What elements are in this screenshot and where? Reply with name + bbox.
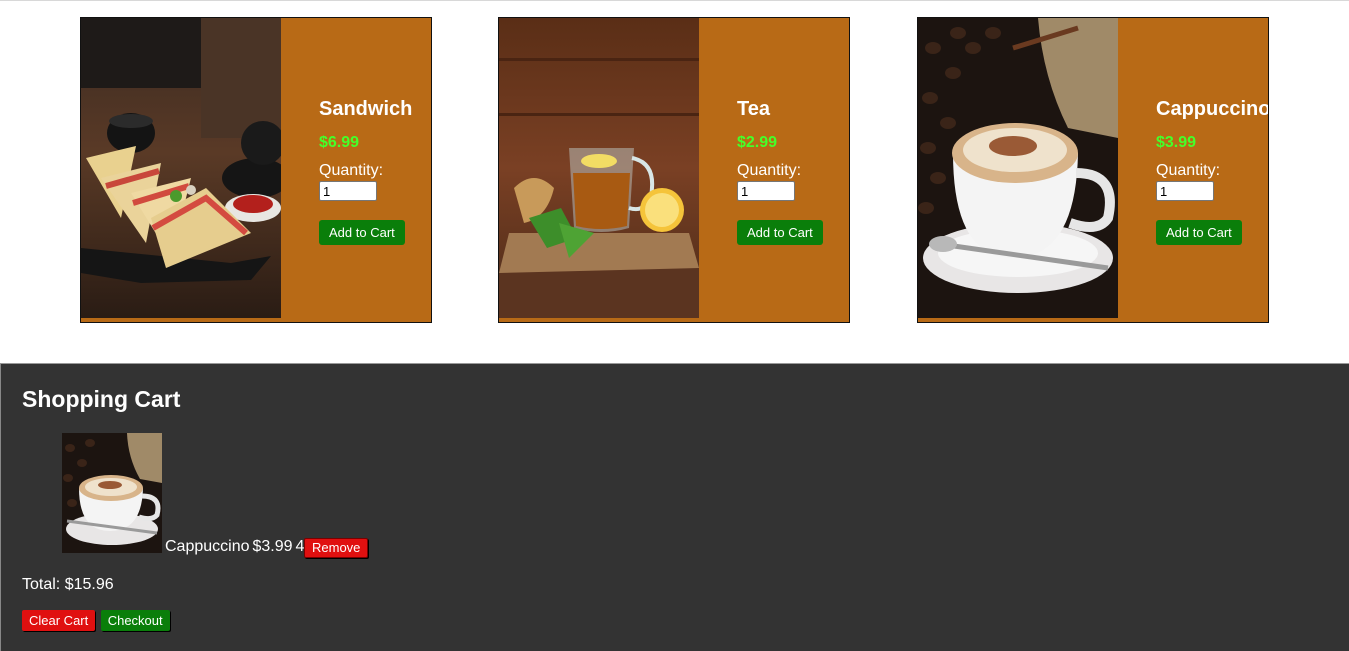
clear-cart-button[interactable]: Clear Cart [22,610,96,631]
product-name: Cappuccino [1156,98,1269,120]
cart-total: Total: $15.96 [22,576,114,593]
product-price: $3.99 [1156,134,1197,151]
cappuccino-photo [918,18,1118,318]
product-price: $6.99 [319,134,360,151]
product-card-tea: Tea $2.99 Quantity: Add to Cart [498,17,850,323]
add-to-cart-button[interactable]: Add to Cart [319,220,405,245]
cappuccino-thumbnail [62,433,162,553]
quantity-label: Quantity: [1156,162,1221,179]
quantity-input[interactable] [737,181,795,201]
cart-item-name: Cappuccino [165,538,250,555]
product-name: Tea [737,98,770,120]
product-name: Sandwich [319,98,413,120]
add-to-cart-button[interactable]: Add to Cart [737,220,823,245]
product-info: Sandwich $6.99 Quantity: Add to Cart [319,96,431,245]
sandwich-photo [81,18,281,318]
cart-actions: Clear Cart Checkout [22,610,171,631]
tea-photo [499,18,699,318]
product-card-cappuccino: Cappuccino $3.99 Quantity: Add to Cart [917,17,1269,323]
quantity-label: Quantity: [319,162,384,179]
product-info: Cappuccino $3.99 Quantity: Add to Cart [1156,96,1269,245]
checkout-button[interactable]: Checkout [100,610,170,631]
product-card-sandwich: Sandwich $6.99 Quantity: Add to Cart [80,17,432,323]
remove-button[interactable]: Remove [304,538,369,558]
product-price: $2.99 [737,134,778,151]
quantity-input[interactable] [1156,181,1214,201]
cart-item-price: $3.99 [252,538,293,555]
product-list: Sandwich $6.99 Quantity: Add to Cart [0,0,1349,363]
add-to-cart-button[interactable]: Add to Cart [1156,220,1242,245]
quantity-input[interactable] [319,181,377,201]
cart-item-details: Cappuccino $3.99 4 [165,538,307,556]
quantity-label: Quantity: [737,162,802,179]
shopping-cart: Shopping Cart Cappuccino $3.99 4 Remove … [0,363,1349,651]
cart-title: Shopping Cart [22,386,181,412]
product-info: Tea $2.99 Quantity: Add to Cart [737,96,849,245]
